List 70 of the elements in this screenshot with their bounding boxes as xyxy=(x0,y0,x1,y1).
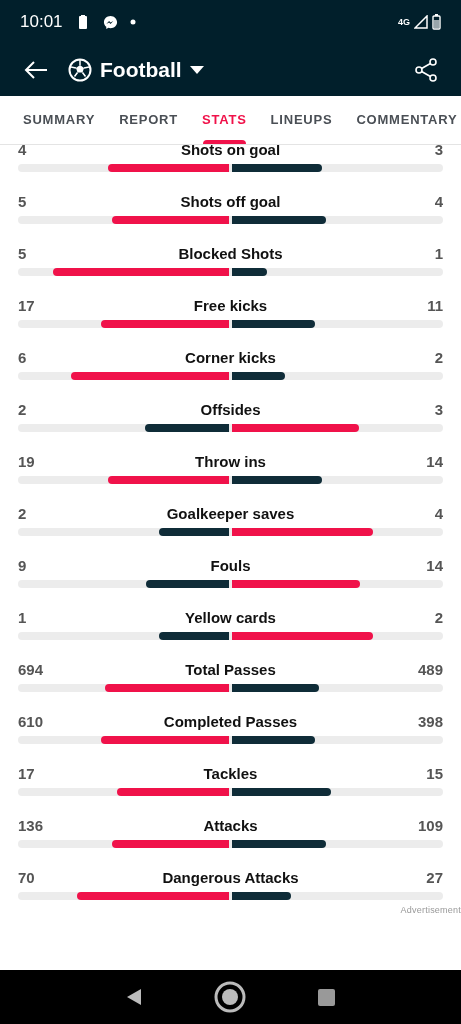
recents-nav-button[interactable] xyxy=(318,988,335,1006)
battery-icon xyxy=(78,15,87,29)
back-arrow-icon xyxy=(24,60,48,80)
away-value: 398 xyxy=(416,711,443,732)
away-value: 3 xyxy=(433,145,443,160)
dropdown-caret-icon xyxy=(189,66,204,74)
tab[interactable]: COMMENTARY xyxy=(345,96,461,144)
home-value: 4 xyxy=(18,145,28,160)
home-value: 70 xyxy=(18,867,36,888)
home-value: 136 xyxy=(18,815,45,836)
stat-label: Offsides xyxy=(200,399,261,420)
away-value: 109 xyxy=(416,815,443,836)
stat-label: Corner kicks xyxy=(185,347,276,368)
stat-label: Free kicks xyxy=(193,295,268,316)
home-value: 19 xyxy=(18,451,36,472)
tab[interactable]: SUMMARY xyxy=(12,96,107,144)
tab[interactable]: REPORT xyxy=(108,96,189,144)
advertisement-label: Advertisement xyxy=(400,904,461,917)
away-value: 1 xyxy=(433,243,443,264)
stat-label: Completed Passes xyxy=(163,711,298,732)
away-value: 14 xyxy=(425,451,443,472)
away-value: 27 xyxy=(425,867,443,888)
sport-dropdown[interactable]: Football xyxy=(100,54,204,86)
share-button[interactable] xyxy=(415,58,437,82)
home-value: 6 xyxy=(18,347,28,368)
triangle-icon xyxy=(126,988,142,1006)
home-value: 17 xyxy=(18,295,36,316)
stat-label: Dangerous Attacks xyxy=(162,867,299,888)
status-time: 10:01 xyxy=(20,11,63,34)
away-value: 489 xyxy=(416,659,443,680)
away-value: 15 xyxy=(425,763,443,784)
away-value: 2 xyxy=(433,607,443,628)
stat-label: Throw ins xyxy=(195,451,266,472)
home-value: 1 xyxy=(18,607,28,628)
home-value: 17 xyxy=(18,763,36,784)
square-icon xyxy=(318,988,335,1006)
away-value: 3 xyxy=(433,399,443,420)
away-value: 2 xyxy=(433,347,443,368)
home-nav-button[interactable] xyxy=(214,981,246,1013)
home-value: 5 xyxy=(18,191,28,212)
home-value: 2 xyxy=(18,503,28,524)
home-value: 9 xyxy=(18,555,28,576)
soccer-ball-icon xyxy=(68,58,92,82)
away-value: 4 xyxy=(433,503,443,524)
away-value: 14 xyxy=(425,555,443,576)
stat-label: Attacks xyxy=(203,815,258,836)
stat-label: Tackles xyxy=(203,763,258,784)
tab[interactable]: LINEUPS xyxy=(259,96,344,144)
away-value: 4 xyxy=(433,191,443,212)
home-value: 2 xyxy=(18,399,28,420)
home-value: 694 xyxy=(18,659,45,680)
back-nav-button[interactable] xyxy=(126,988,142,1006)
stat-label: Total Passes xyxy=(185,659,276,680)
stat-label: Yellow cards xyxy=(185,607,276,628)
stat-label: Goalkeeper saves xyxy=(166,503,295,524)
share-icon xyxy=(415,58,437,82)
home-value: 610 xyxy=(18,711,45,732)
tab[interactable]: STATS xyxy=(191,96,258,144)
stat-label: Fouls xyxy=(210,555,251,576)
network-type: 4G xyxy=(398,17,410,27)
signal-icon xyxy=(414,15,428,29)
away-value: 11 xyxy=(426,295,443,316)
back-button[interactable] xyxy=(24,60,48,80)
dot-icon xyxy=(129,19,136,25)
stat-label: Shots off goal xyxy=(180,191,281,212)
stat-label: Blocked Shots xyxy=(178,243,283,264)
home-circle-icon xyxy=(214,981,246,1013)
messenger-icon xyxy=(102,14,118,30)
home-value: 5 xyxy=(18,243,28,264)
battery-icon xyxy=(432,14,441,30)
